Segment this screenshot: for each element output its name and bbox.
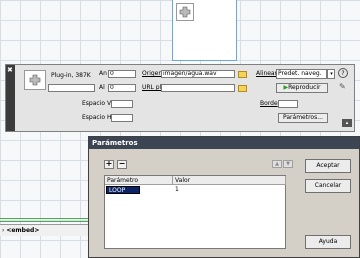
breadcrumb-arrow: › (2, 227, 5, 234)
plugin-type-label: Plug-in, 387K (51, 72, 91, 79)
parameter-table: Parámetro Valor LOOP 1 (104, 175, 286, 249)
guide-line (0, 218, 88, 219)
close-icon[interactable]: ✖ (7, 66, 13, 74)
url-plg-input[interactable] (161, 84, 235, 92)
folder-icon[interactable] (238, 71, 247, 78)
dialog-title: Parámetros (89, 137, 359, 149)
parameter-name-cell[interactable]: LOOP (106, 186, 140, 194)
origen-label: Origen (142, 70, 163, 77)
espacio-h-label: Espacio H (82, 114, 112, 121)
an-input[interactable]: 0 (108, 70, 136, 78)
plugin-icon (176, 3, 194, 21)
folder-icon[interactable] (238, 85, 247, 92)
help-icon[interactable]: ? (338, 68, 348, 78)
move-down-icon[interactable]: ▼ (283, 160, 293, 168)
espacio-v-input[interactable] (111, 100, 133, 108)
alinear-label: Alinear (256, 70, 278, 77)
parametros-button[interactable]: Parámetros... (278, 113, 328, 123)
reproducir-label: Reproducir (288, 84, 321, 91)
espacio-v-label: Espacio V (82, 100, 112, 107)
an-label: An (99, 70, 107, 77)
cancelar-button[interactable]: Cancelar (305, 179, 351, 193)
chevron-down-icon[interactable]: ▾ (327, 69, 335, 79)
ayuda-button[interactable]: Ayuda (305, 235, 351, 249)
borde-label: Borde (260, 100, 278, 107)
parameter-value-cell[interactable]: 1 (173, 186, 273, 194)
plugin-thumbnail-icon (24, 70, 46, 90)
inspector-sidebar: ✖ (6, 65, 15, 131)
parametros-dialog: Parámetros + − ▲ ▼ Parámetro Valor LOOP … (88, 136, 360, 258)
espacio-h-input[interactable] (111, 114, 133, 122)
column-header-valor[interactable]: Valor (173, 176, 286, 185)
tag-selector-bar: › <embed> (0, 224, 88, 236)
guide-line (0, 221, 88, 222)
plugin-name-field[interactable] (48, 84, 95, 92)
borde-input[interactable] (278, 100, 298, 108)
add-parameter-button[interactable]: + (104, 160, 114, 169)
al-input[interactable]: 0 (108, 84, 136, 92)
plugin-placeholder-frame[interactable] (172, 0, 237, 61)
alinear-select[interactable]: Predet. naveg. (276, 69, 327, 79)
property-inspector: ✖ Plug-in, 387K An 0 Al 0 Origen imagen/… (5, 64, 355, 132)
reproducir-button[interactable]: ▶Reproducir (276, 83, 328, 93)
edit-icon[interactable]: ✎ (339, 82, 349, 92)
al-label: Al (99, 84, 105, 91)
aceptar-button[interactable]: Aceptar (305, 159, 351, 173)
origen-input[interactable]: imagen/agua.wav (161, 70, 235, 78)
move-up-icon[interactable]: ▲ (272, 160, 282, 168)
column-header-parametro[interactable]: Parámetro (105, 176, 173, 185)
tag-embed[interactable]: <embed> (6, 227, 39, 234)
remove-parameter-button[interactable]: − (117, 160, 127, 169)
collapse-icon[interactable]: ▴ (342, 119, 352, 127)
